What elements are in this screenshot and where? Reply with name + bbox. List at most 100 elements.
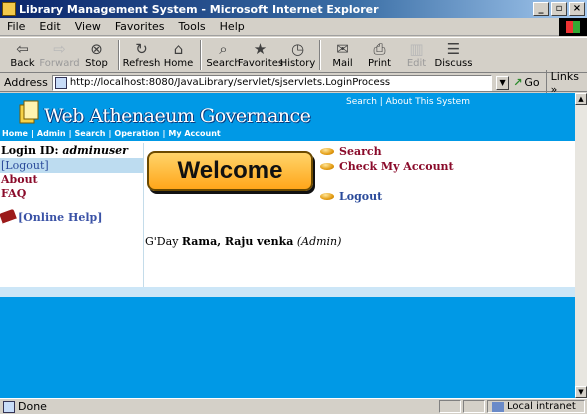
logout-link[interactable]: Logout	[320, 190, 382, 203]
welcome-banner: Welcome	[147, 151, 313, 191]
links-button[interactable]: Links »	[545, 69, 587, 96]
status-cell	[463, 400, 485, 413]
zone-indicator: Local intranet	[487, 400, 585, 413]
stop-button[interactable]: ⊗ Stop	[78, 38, 115, 72]
ie-app-icon	[2, 2, 16, 16]
toolbar-label: Stop	[85, 58, 108, 69]
maximize-button[interactable]: ▫	[551, 2, 567, 16]
favorites-button[interactable]: ★ Favorites	[238, 38, 283, 72]
web-page-content: Web Athenaeum Governance Search | About …	[0, 93, 575, 398]
toolbar-label: Forward	[39, 58, 80, 69]
menu-tools[interactable]: Tools	[172, 20, 213, 33]
print-icon: ⎙	[373, 40, 386, 58]
menu-bar: File Edit View Favorites Tools Help	[0, 18, 587, 36]
close-button[interactable]: ×	[569, 2, 585, 16]
menu-favorites[interactable]: Favorites	[108, 20, 172, 33]
login-id: Login ID: adminuser	[0, 143, 143, 157]
greeting-text: G'Day Rama, Raju venka (Admin)	[145, 235, 341, 248]
title-bar: Library Management System - Microsoft In…	[0, 0, 587, 18]
forward-button[interactable]: ⇨ Forward	[39, 38, 80, 72]
nav-my-account[interactable]: My Account	[168, 129, 220, 138]
menu-file[interactable]: File	[0, 20, 32, 33]
address-label: Address	[4, 76, 48, 89]
address-bar: Address http://localhost:8080/JavaLibrar…	[0, 69, 587, 96]
discuss-icon: ☰	[446, 40, 461, 58]
status-bar: Done Local intranet	[0, 398, 587, 414]
toolbar-label: Mail	[332, 58, 353, 69]
vertical-scrollbar[interactable]: ▲ ▼	[575, 93, 587, 398]
back-arrow-icon: ⇦	[16, 40, 29, 58]
toolbar-separator	[118, 40, 120, 70]
home-button[interactable]: ⌂ Home	[160, 38, 197, 72]
page-done-icon	[3, 400, 15, 413]
check-account-link[interactable]: Check My Account	[320, 160, 454, 173]
stop-icon: ⊗	[90, 40, 103, 58]
page-icon	[54, 76, 67, 89]
go-button[interactable]: ↗ Go	[513, 76, 539, 89]
greeting-role: (Admin)	[296, 235, 342, 248]
refresh-button[interactable]: ↻ Refresh	[122, 38, 161, 72]
mail-icon: ✉	[336, 40, 349, 58]
top-links[interactable]: Search | About This System	[346, 97, 470, 107]
address-dropdown-button[interactable]: ▼	[495, 75, 510, 90]
home-icon: ⌂	[173, 40, 184, 58]
search-icon: ⌕	[219, 40, 228, 58]
menu-view[interactable]: View	[68, 20, 108, 33]
edit-button[interactable]: ▥ Edit	[398, 38, 435, 72]
go-label: Go	[524, 76, 540, 89]
window-title: Library Management System - Microsoft In…	[19, 2, 379, 16]
back-button[interactable]: ⇦ Back	[4, 38, 41, 72]
history-button[interactable]: ◷ History	[279, 38, 316, 72]
footer-area	[0, 297, 575, 398]
menu-help[interactable]: Help	[213, 20, 252, 33]
toolbar-label: Favorites	[237, 58, 284, 69]
scroll-up-button[interactable]: ▲	[575, 93, 587, 105]
greeting-name: Rama, Raju venka	[181, 235, 294, 248]
discuss-button[interactable]: ☰ Discuss	[435, 38, 473, 72]
address-url: http://localhost:8080/JavaLibrary/servle…	[69, 77, 391, 88]
print-button[interactable]: ⎙ Print	[361, 38, 398, 72]
sidebar-logout-link[interactable]: [Logout]	[0, 158, 143, 173]
history-icon: ◷	[290, 40, 305, 58]
nav-home[interactable]: Home	[2, 129, 28, 138]
menu-edit[interactable]: Edit	[32, 20, 67, 33]
scroll-down-button[interactable]: ▼	[575, 386, 587, 398]
online-help-label: [Online Help]	[18, 211, 103, 224]
minimize-button[interactable]: _	[533, 2, 549, 16]
nav-admin[interactable]: Admin	[37, 129, 66, 138]
toolbar-label: Print	[367, 58, 391, 69]
help-book-icon	[0, 208, 18, 227]
login-user: adminuser	[62, 144, 128, 157]
site-logo-text: Web Athenaeum Governance	[44, 105, 311, 127]
search-button[interactable]: ⌕ Search	[205, 38, 242, 72]
toolbar-label: Home	[163, 58, 194, 69]
forward-arrow-icon: ⇨	[53, 40, 66, 58]
bullet-pill-icon	[320, 148, 334, 155]
site-nav: Home | Admin | Search | Operation | My Account	[2, 129, 221, 138]
sidebar-faq-link[interactable]: FAQ	[0, 187, 143, 201]
sidebar-about-link[interactable]: About	[0, 173, 143, 187]
bullet-pill-icon	[320, 163, 334, 170]
mail-button[interactable]: ✉ Mail	[324, 38, 361, 72]
edit-icon: ▥	[409, 40, 424, 58]
go-arrow-icon: ↗	[513, 76, 523, 89]
toolbar-label: History	[279, 58, 316, 69]
intranet-icon	[492, 401, 504, 412]
site-logo-icon	[19, 100, 39, 124]
status-text: Done	[18, 400, 47, 413]
toolbar-label: Edit	[406, 58, 427, 69]
toolbar-label: Search	[206, 58, 241, 69]
address-input[interactable]: http://localhost:8080/JavaLibrary/servle…	[51, 74, 492, 91]
login-label: Login ID:	[1, 144, 63, 157]
toolbar-label: Refresh	[122, 58, 161, 69]
nav-search[interactable]: Search	[75, 129, 106, 138]
online-help-link[interactable]: [Online Help]	[0, 208, 143, 227]
toolbar-separator	[319, 40, 321, 70]
toolbar-separator	[200, 40, 202, 70]
check-account-label: Check My Account	[339, 160, 454, 173]
search-link[interactable]: Search	[320, 145, 382, 158]
logout-label: Logout	[339, 190, 383, 203]
left-sidebar: Login ID: adminuser [Logout] About FAQ […	[0, 143, 144, 287]
greeting-prefix: G'Day	[145, 235, 182, 248]
nav-operation[interactable]: Operation	[114, 129, 159, 138]
